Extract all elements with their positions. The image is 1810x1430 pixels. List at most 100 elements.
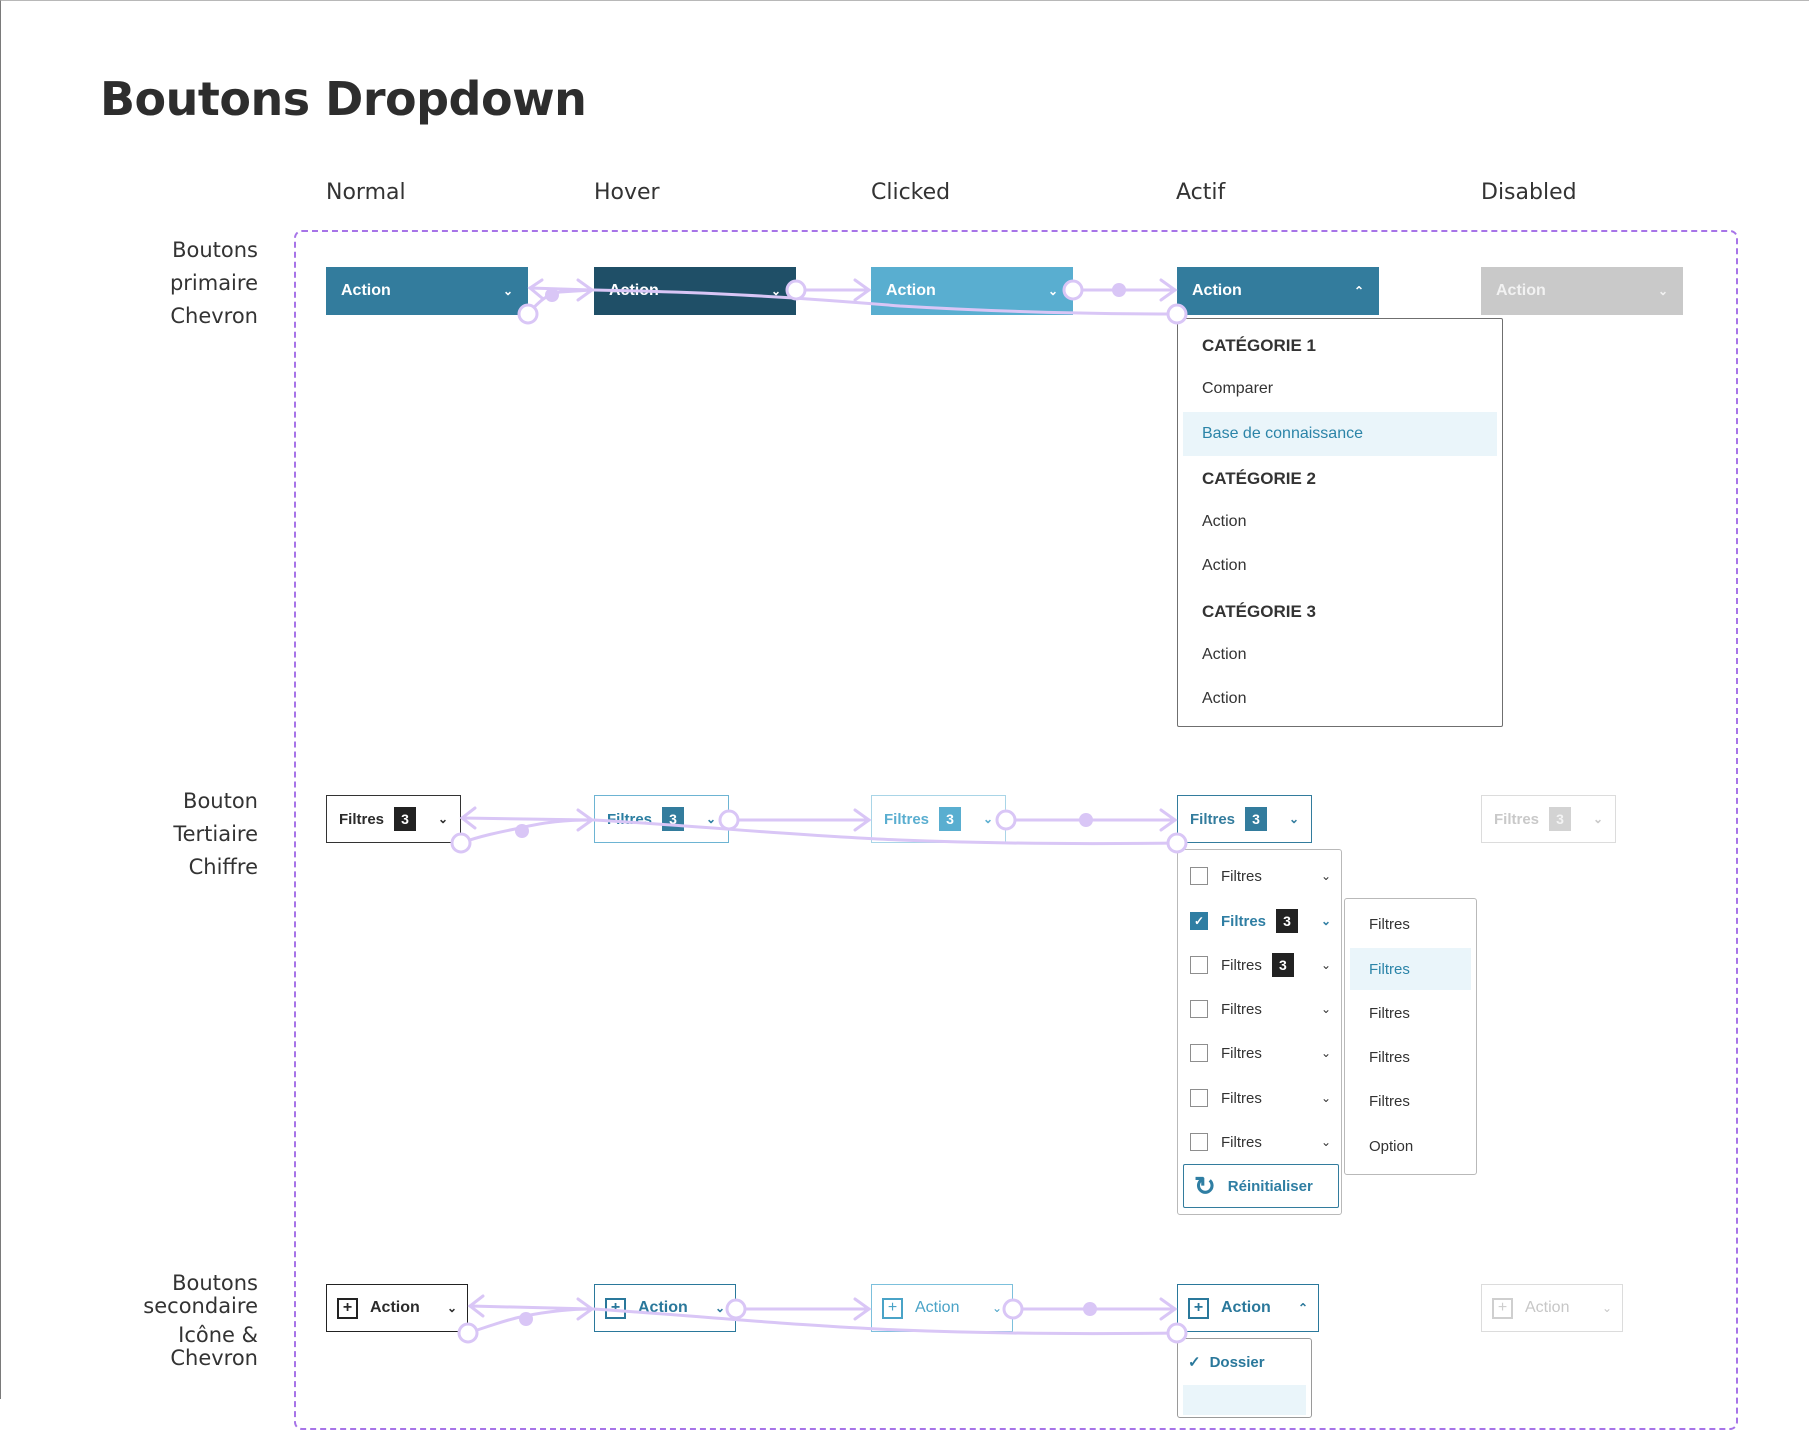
- chevron-down-icon: ⌄: [1592, 812, 1603, 826]
- button-label: Filtres: [1190, 810, 1236, 828]
- row-label-tertiary: Bouton Tertiaire Chiffre: [58, 785, 258, 884]
- primary-dropdown-button-hover[interactable]: Action ⌄: [594, 267, 796, 315]
- chevron-down-icon[interactable]: ⌄: [1321, 1046, 1331, 1060]
- row-label-line: Chevron: [170, 1346, 258, 1370]
- menu-item-highlighted[interactable]: Base de connaissance: [1183, 412, 1497, 456]
- filter-option-label: Filtres: [1221, 1089, 1262, 1107]
- checkbox[interactable]: [1190, 956, 1208, 974]
- chevron-down-icon: ⌄: [437, 812, 448, 826]
- row-label-line: Chiffre: [188, 855, 258, 879]
- count-badge: 3: [1245, 807, 1268, 831]
- menu-item[interactable]: Action: [1178, 633, 1502, 677]
- submenu-option[interactable]: Filtres: [1350, 1036, 1471, 1078]
- filter-option-row[interactable]: Filtres ⌄: [1190, 1038, 1331, 1068]
- button-label: Filtres: [339, 810, 385, 828]
- checkbox[interactable]: [1190, 1000, 1208, 1018]
- chevron-down-icon[interactable]: ⌄: [1321, 869, 1331, 883]
- filter-option-row[interactable]: Filtres 3 ⌄: [1190, 950, 1331, 980]
- checkbox-checked[interactable]: ✓: [1190, 912, 1208, 930]
- count-badge: 3: [394, 807, 417, 831]
- row-label-line: secondaire: [143, 1294, 258, 1318]
- button-label: Action: [1192, 282, 1242, 299]
- filter-button-hover[interactable]: Filtres 3 ⌄: [594, 795, 729, 843]
- checkbox[interactable]: [1190, 1044, 1208, 1062]
- button-label: Filtres: [884, 810, 930, 828]
- submenu-option[interactable]: Option: [1350, 1125, 1471, 1167]
- checkbox[interactable]: [1190, 867, 1208, 885]
- button-label: Action: [609, 282, 659, 299]
- menu-item-dossier[interactable]: ✓ Dossier: [1188, 1353, 1265, 1372]
- count-badge: 3: [1271, 953, 1294, 977]
- button-label: Action: [915, 1299, 960, 1316]
- filter-button-actif[interactable]: Filtres 3 ⌄: [1177, 795, 1312, 843]
- button-label: Action: [1525, 1299, 1570, 1316]
- filter-option-row[interactable]: Filtres ⌄: [1190, 994, 1331, 1024]
- row-label-line: primaire: [169, 271, 258, 295]
- row-label-line: Icône &: [178, 1323, 258, 1347]
- menu-item-label: Dossier: [1209, 1353, 1265, 1371]
- column-header-actif: Actif: [1176, 180, 1226, 205]
- menu-item-comparer[interactable]: Comparer: [1178, 367, 1502, 411]
- submenu-option-highlighted[interactable]: Filtres: [1350, 948, 1471, 990]
- chevron-down-icon: ⌄: [770, 284, 781, 298]
- menu-item[interactable]: Action: [1178, 544, 1502, 588]
- chevron-down-icon: ⌄: [1657, 284, 1668, 298]
- column-header-disabled: Disabled: [1481, 180, 1577, 205]
- chevron-up-icon: ⌃: [1353, 284, 1364, 298]
- chevron-down-icon[interactable]: ⌄: [1321, 914, 1331, 928]
- filter-option-row-checked[interactable]: ✓ Filtres 3 ⌄: [1190, 906, 1331, 936]
- filter-option-label: Filtres: [1221, 912, 1267, 930]
- submenu-option[interactable]: Filtres: [1350, 992, 1471, 1034]
- filter-button-normal[interactable]: Filtres 3 ⌄: [326, 795, 461, 843]
- menu-category: CATÉGORIE 1: [1202, 336, 1316, 355]
- page-title: Boutons Dropdown: [100, 72, 587, 126]
- row-label-line: Chevron: [170, 304, 258, 328]
- row-label-secondary: Boutons secondaire Icône & Chevron: [58, 1272, 258, 1370]
- primary-dropdown-menu: CATÉGORIE 1 Comparer Base de connaissanc…: [1177, 318, 1503, 727]
- reset-button[interactable]: ↻ Réinitialiser: [1183, 1164, 1339, 1208]
- button-label: Action: [370, 1299, 420, 1316]
- menu-item[interactable]: Action: [1178, 677, 1502, 721]
- filter-option-label: Filtres: [1221, 1044, 1262, 1062]
- menu-category: CATÉGORIE 2: [1202, 469, 1316, 488]
- secondary-icon-button-disabled: + Action ⌄: [1481, 1284, 1623, 1332]
- filter-button-clicked[interactable]: Filtres 3 ⌄: [871, 795, 1006, 843]
- plus-square-icon: +: [882, 1297, 903, 1319]
- button-label: Action: [341, 282, 391, 299]
- chevron-down-icon: ⌄: [1601, 1301, 1612, 1315]
- secondary-icon-button-actif[interactable]: + Action ⌃: [1177, 1284, 1319, 1332]
- chevron-down-icon[interactable]: ⌄: [1321, 1091, 1331, 1105]
- button-label: Action: [1221, 1299, 1271, 1316]
- chevron-down-icon: ⌄: [705, 812, 716, 826]
- menu-item[interactable]: Action: [1178, 500, 1502, 544]
- secondary-icon-button-hover[interactable]: + Action ⌄: [594, 1284, 736, 1332]
- column-header-hover: Hover: [594, 180, 660, 205]
- plus-square-icon: +: [1492, 1297, 1513, 1319]
- checkbox[interactable]: [1190, 1133, 1208, 1151]
- checkbox[interactable]: [1190, 1089, 1208, 1107]
- chevron-down-icon[interactable]: ⌄: [1321, 958, 1331, 972]
- filter-option-label: Filtres: [1221, 956, 1262, 974]
- primary-dropdown-button-normal[interactable]: Action ⌄: [326, 267, 528, 315]
- primary-dropdown-button-actif[interactable]: Action ⌃: [1177, 267, 1379, 315]
- menu-item-highlight: [1183, 1385, 1306, 1415]
- chevron-down-icon[interactable]: ⌄: [1321, 1135, 1331, 1149]
- filter-option-row[interactable]: Filtres ⌄: [1190, 1127, 1331, 1157]
- chevron-down-icon[interactable]: ⌄: [1321, 1002, 1331, 1016]
- secondary-icon-button-clicked[interactable]: + Action ⌄: [871, 1284, 1013, 1332]
- button-label: Action: [1496, 282, 1546, 299]
- button-label: Filtres: [607, 810, 653, 828]
- row-label-line: Tertiaire: [173, 822, 258, 846]
- check-icon: ✓: [1188, 1354, 1201, 1371]
- row-label-primary: Boutons primaire Chevron: [58, 234, 258, 333]
- filter-option-row[interactable]: Filtres ⌄: [1190, 861, 1331, 891]
- submenu-option[interactable]: Filtres: [1350, 903, 1471, 945]
- count-badge: 3: [662, 807, 685, 831]
- primary-dropdown-button-clicked[interactable]: Action ⌄: [871, 267, 1073, 315]
- menu-category: CATÉGORIE 3: [1202, 602, 1316, 621]
- submenu-option[interactable]: Filtres: [1350, 1080, 1471, 1122]
- secondary-icon-button-normal[interactable]: + Action ⌄: [326, 1284, 468, 1332]
- filter-option-row[interactable]: Filtres ⌄: [1190, 1083, 1331, 1113]
- count-badge: 3: [939, 807, 962, 831]
- count-badge: 3: [1549, 807, 1572, 831]
